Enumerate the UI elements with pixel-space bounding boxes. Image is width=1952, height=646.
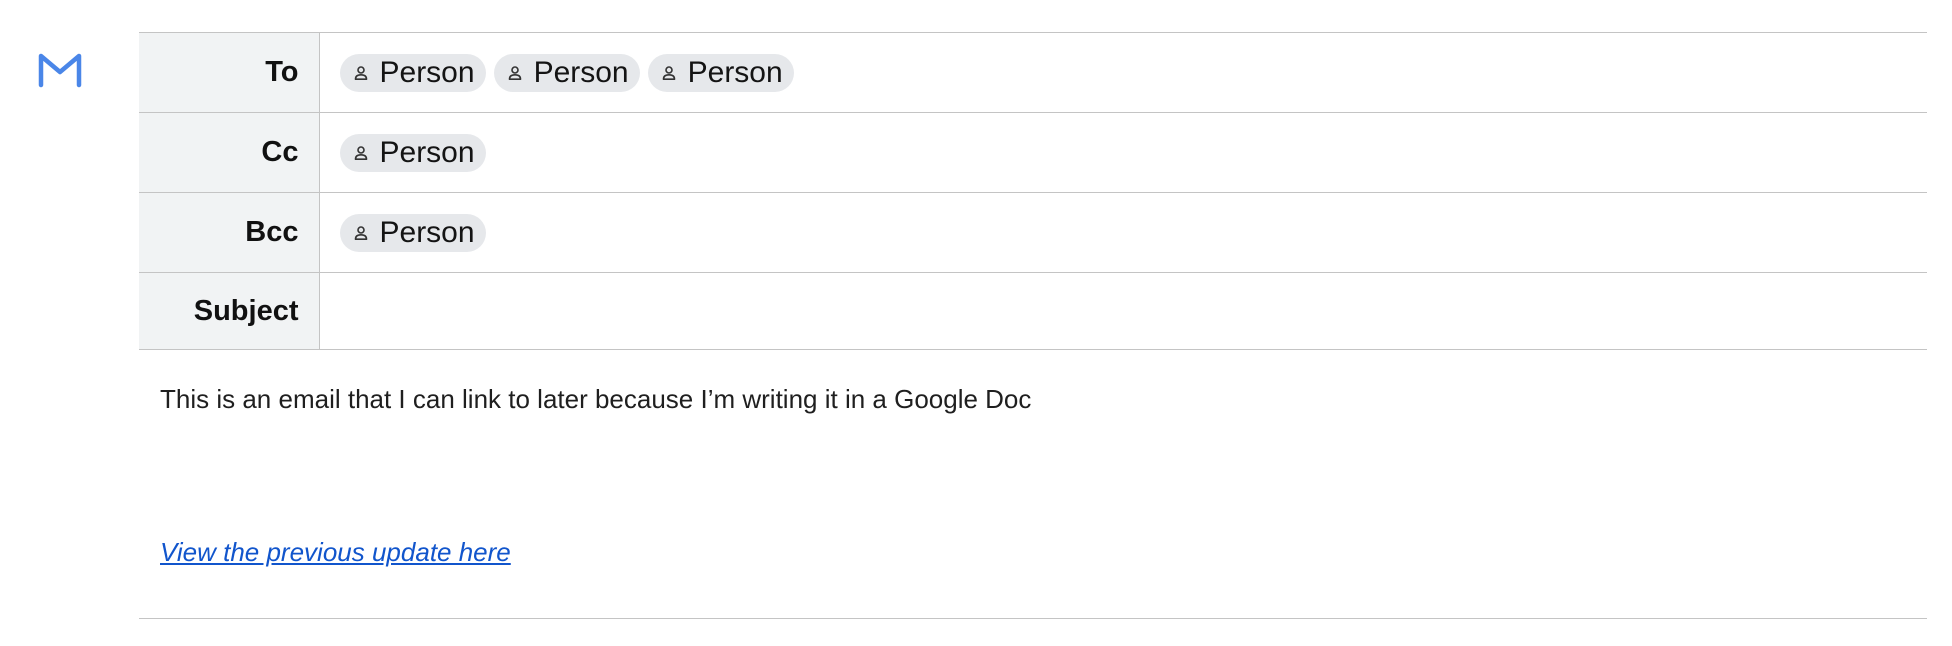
to-row: To Person Person Person bbox=[139, 32, 1927, 113]
person-chip[interactable]: Person bbox=[647, 54, 794, 92]
person-icon bbox=[353, 65, 369, 81]
subject-row: Subject bbox=[139, 272, 1927, 350]
person-icon bbox=[353, 145, 369, 161]
person-icon bbox=[353, 225, 369, 241]
bcc-row: Bcc Person bbox=[139, 192, 1927, 273]
to-label: To bbox=[139, 32, 320, 113]
email-body-text[interactable]: This is an email that I can link to late… bbox=[160, 384, 1031, 415]
bcc-field[interactable]: Person bbox=[319, 193, 1927, 273]
cc-row: Cc Person bbox=[139, 112, 1927, 193]
cc-field[interactable]: Person bbox=[319, 113, 1927, 193]
person-icon bbox=[507, 65, 523, 81]
previous-update-link[interactable]: View the previous update here bbox=[160, 537, 511, 568]
person-chip-label: Person bbox=[379, 216, 475, 249]
person-chip-label: Person bbox=[379, 56, 475, 89]
person-chip[interactable]: Person bbox=[339, 214, 486, 252]
person-chip-label: Person bbox=[533, 56, 629, 89]
subject-label: Subject bbox=[139, 272, 320, 350]
bottom-divider bbox=[139, 618, 1927, 619]
person-chip[interactable]: Person bbox=[493, 54, 640, 92]
gmail-m-icon[interactable] bbox=[37, 52, 83, 88]
to-field[interactable]: Person Person Person bbox=[319, 33, 1927, 113]
person-chip[interactable]: Person bbox=[339, 54, 486, 92]
subject-field[interactable] bbox=[319, 273, 1927, 350]
person-chip-label: Person bbox=[687, 56, 783, 89]
person-chip[interactable]: Person bbox=[339, 134, 486, 172]
cc-label: Cc bbox=[139, 112, 320, 193]
email-header-table: To Person Person Person Cc Person Bcc Pe… bbox=[139, 32, 1927, 350]
bcc-label: Bcc bbox=[139, 192, 320, 273]
email-draft-page: To Person Person Person Cc Person Bcc Pe… bbox=[0, 0, 1952, 646]
person-icon bbox=[661, 65, 677, 81]
person-chip-label: Person bbox=[379, 136, 475, 169]
